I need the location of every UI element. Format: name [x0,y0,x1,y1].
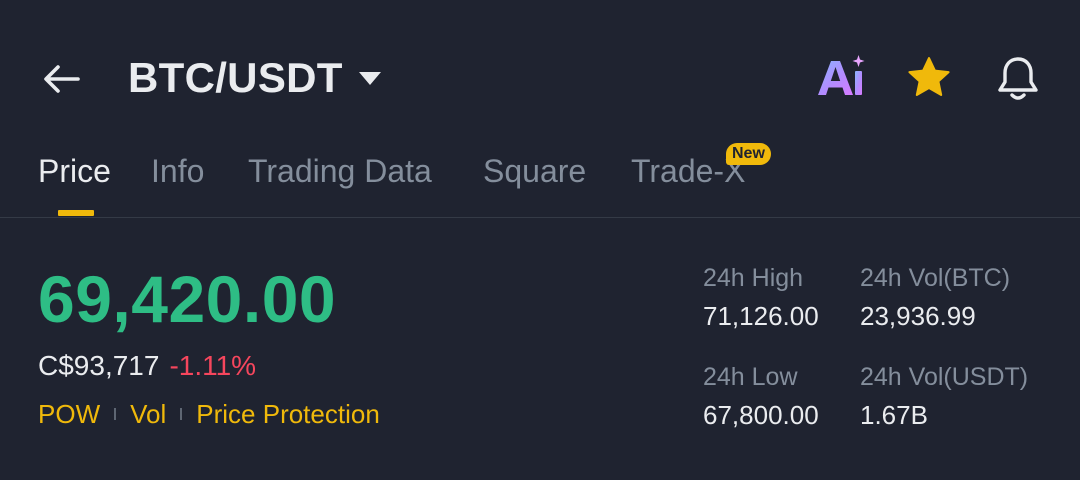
ai-button[interactable] [814,52,870,104]
stat-label: 24h Vol(USDT) [860,363,1029,391]
bell-icon [998,57,1038,100]
tag-vol[interactable]: Vol [130,398,166,430]
stat-label: 24h High [703,264,804,292]
tab-price[interactable]: Price [38,148,111,194]
active-tab-indicator [58,210,94,216]
stat-value: 71,126.00 [703,301,819,331]
tab-trading-data[interactable]: Trading Data [248,148,432,194]
stat-value: 23,936.99 [860,301,976,331]
stat-24h-high: 24h High 71,126.00 [703,262,819,332]
stat-label: 24h Low [703,363,798,391]
tab-bar: Price Info Trading Data Square Trade-X [0,148,1080,218]
ai-icon [818,55,865,95]
caret-down-icon [358,72,381,85]
tag-price-protection[interactable]: Price Protection [196,398,380,430]
price-change-percent: -1.11% [169,350,257,381]
tag-row: POW Vol Price Protection [38,398,380,430]
pair-title: BTC/USDT [128,54,343,101]
stat-value: 1.67B [860,400,928,430]
tab-square[interactable]: Square [483,148,586,194]
pair-selector[interactable]: BTC/USDT [128,54,381,102]
header-bar: BTC/USDT [0,0,1080,130]
favorite-button[interactable] [904,53,954,103]
stat-value: 67,800.00 [703,400,819,430]
tab-info[interactable]: Info [151,148,204,194]
price-alert-button[interactable] [992,52,1044,104]
price-subline: C$93,717 -1.11% [38,348,256,384]
stat-24h-vol-btc: 24h Vol(BTC) 23,936.99 [860,262,1010,332]
star-icon [908,57,950,96]
last-price: 69,420.00 [38,262,337,336]
back-arrow-icon [44,65,80,93]
market-detail-screen: BTC/USDT Price Info Trading Data Square … [0,0,1080,480]
stat-label: 24h Vol(BTC) [860,264,1011,292]
fiat-price: C$93,717 [38,350,160,381]
back-button[interactable] [38,55,86,103]
header-divider [0,217,1080,218]
tag-separator [180,408,183,420]
new-badge: New [726,143,771,165]
tag-pow[interactable]: POW [38,398,100,430]
tag-separator [114,408,117,420]
stat-24h-low: 24h Low 67,800.00 [703,361,819,431]
stat-24h-vol-usdt: 24h Vol(USDT) 1.67B [860,361,1028,431]
